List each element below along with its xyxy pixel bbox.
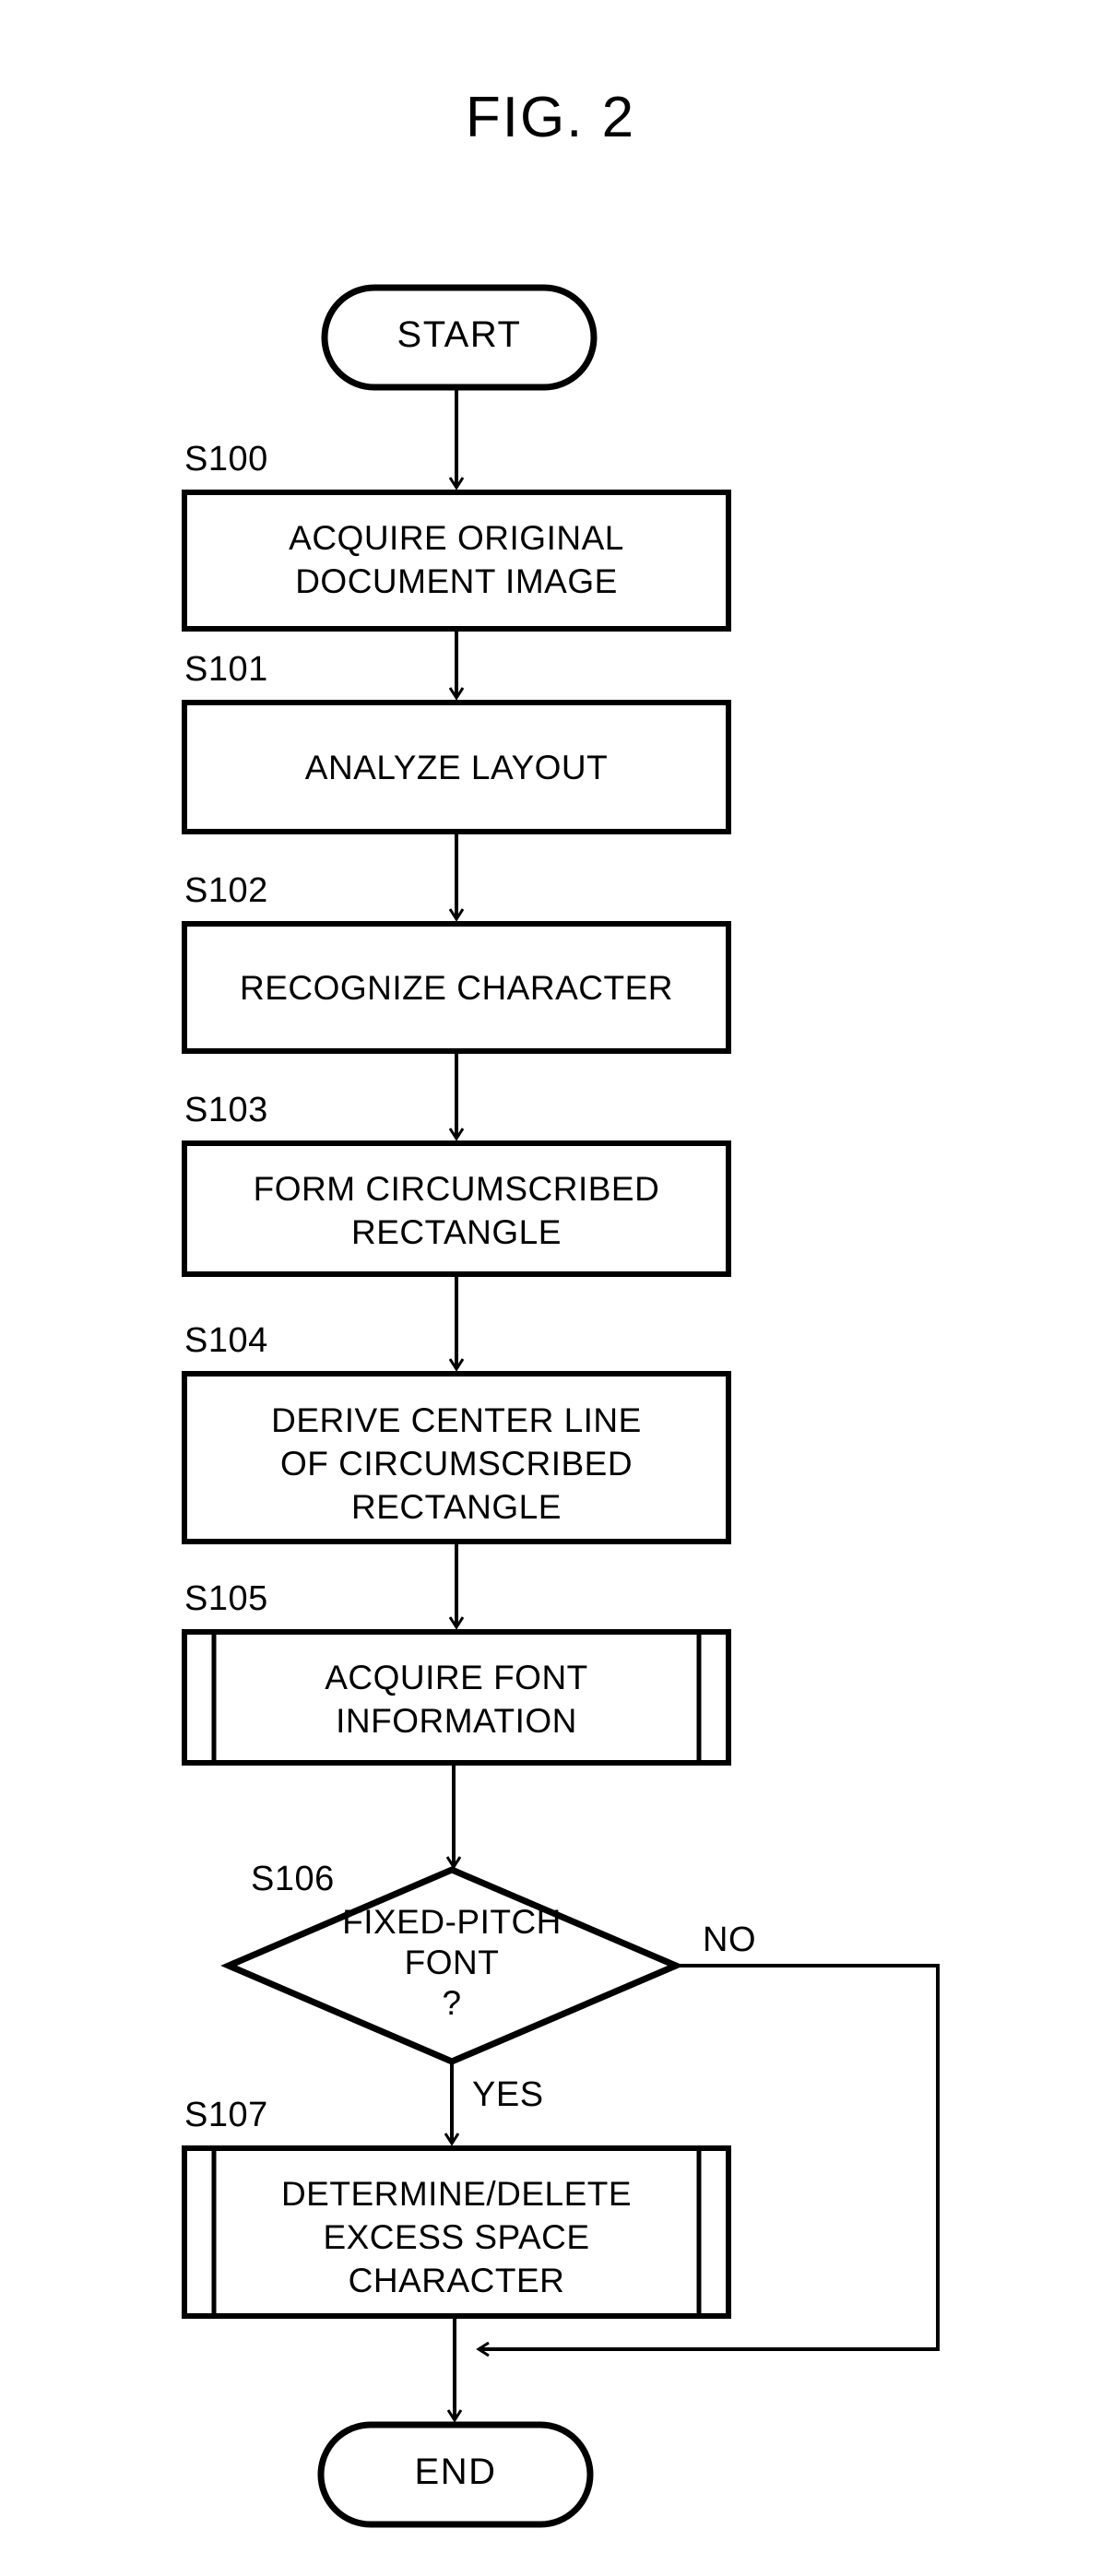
figure-page: FIG. 2 START ACQUIRE ORIGINAL DOCUMENT I… — [0, 0, 1101, 2576]
step-label-s107: S107 — [184, 2096, 268, 2134]
step-label-s101: S101 — [184, 650, 268, 689]
step-label-s105: S105 — [184, 1579, 268, 1618]
node-s103-shape — [182, 1140, 731, 1277]
step-label-s106: S106 — [251, 1860, 335, 1898]
flowchart-canvas — [182, 284, 940, 2528]
node-s101-shape — [182, 700, 731, 834]
branch-label-no: NO — [703, 1920, 756, 1959]
step-label-s103: S103 — [184, 1091, 268, 1129]
step-label-s104: S104 — [184, 1321, 268, 1360]
branch-label-yes: YES — [472, 2075, 544, 2114]
node-end-shape — [317, 2421, 594, 2528]
node-s106-shape — [220, 1866, 684, 2065]
node-s102-shape — [182, 921, 731, 1054]
node-start-shape — [321, 284, 598, 391]
node-s105-shape — [182, 1629, 731, 1766]
step-label-s102: S102 — [184, 871, 268, 910]
node-s104-shape — [182, 1371, 731, 1544]
node-s100-shape — [182, 490, 731, 632]
step-label-s100: S100 — [184, 440, 268, 479]
node-s107-shape — [182, 2145, 731, 2319]
